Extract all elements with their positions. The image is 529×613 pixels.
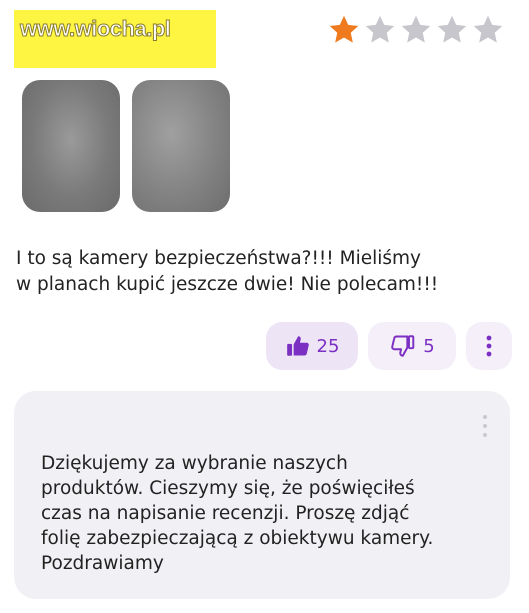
review-actions: 25 5: [266, 322, 512, 370]
kebab-menu-icon: [486, 335, 492, 357]
reply-line: folię zabezpieczającą z obiektywu kamery…: [41, 528, 434, 549]
reply-line: produktów. Cieszymy się, że poświęciłeś: [41, 478, 415, 499]
review-photo-1[interactable]: [22, 80, 120, 212]
like-button[interactable]: 25: [266, 322, 358, 370]
star-icon-empty: [437, 15, 467, 43]
watermark: www.wiocha.pl: [14, 10, 216, 68]
review-text: I to są kamery bezpieczeństwa?!!! Mieliś…: [16, 246, 516, 298]
star-rating: [326, 12, 506, 48]
reply-kebab-menu-icon[interactable]: [482, 413, 488, 439]
reply-line: Pozdrawiamy: [41, 553, 164, 574]
dislike-button[interactable]: 5: [368, 322, 456, 370]
more-options-button[interactable]: [466, 322, 512, 370]
reply-line: Dziękujemy za wybranie naszych: [41, 453, 348, 474]
star-icon-empty: [401, 15, 431, 43]
like-count: 25: [316, 335, 340, 357]
watermark-text: www.wiocha.pl: [19, 16, 171, 42]
reply-line: czas na napisanie recenzji. Proszę zdjąć: [41, 503, 410, 524]
review-line: w planach kupić jeszcze dwie! Nie poleca…: [16, 274, 439, 295]
thumbs-up-icon: [286, 336, 309, 356]
reply-text: Dziękujemy za wybranie naszych produktów…: [41, 451, 491, 576]
seller-reply: Dziękujemy za wybranie naszych produktów…: [14, 391, 510, 599]
review-photo-2[interactable]: [132, 80, 230, 212]
star-icon-empty: [365, 15, 395, 43]
dislike-count: 5: [423, 335, 435, 357]
review-line: I to są kamery bezpieczeństwa?!!! Mieliś…: [16, 248, 421, 269]
star-icon-filled: [329, 15, 359, 43]
star-icon-empty: [473, 15, 503, 43]
thumbs-down-icon: [391, 335, 415, 357]
